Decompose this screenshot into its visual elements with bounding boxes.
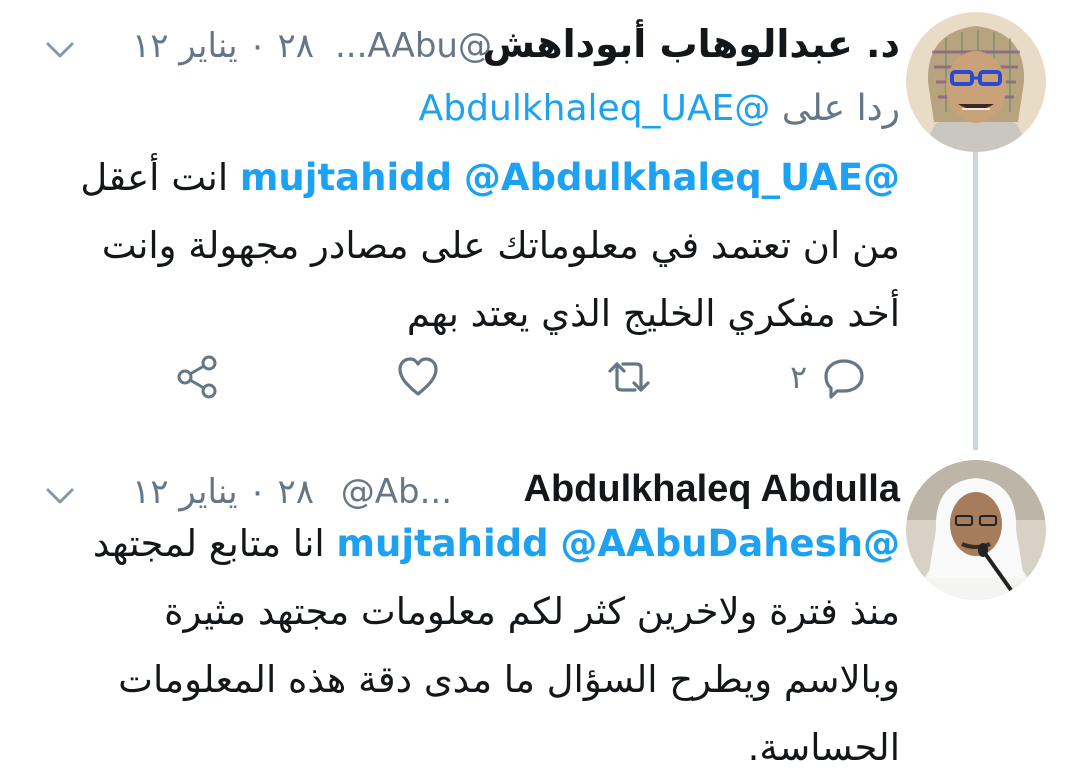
tweet-line-1-text: انت أعقل bbox=[80, 156, 229, 199]
cartoon-avatar[interactable] bbox=[906, 12, 1046, 152]
author-name[interactable]: Abdulkhaleq Abdulla bbox=[524, 468, 901, 511]
photo-avatar[interactable] bbox=[906, 460, 1046, 600]
author-handle[interactable]: @Ab... bbox=[341, 472, 452, 512]
tweet-line-2: منذ فترة ولاخرين كثر لكم معلومات مجتهد م… bbox=[164, 590, 900, 633]
reply-count: ٢ bbox=[790, 358, 808, 396]
retweet-icon bbox=[608, 362, 650, 392]
reply-prefix: ردا على bbox=[781, 88, 900, 129]
tweet-text: @mujtahidd @AAbuDahesh انا متابع لمجتهد … bbox=[40, 510, 900, 782]
retweet-action[interactable] bbox=[605, 352, 653, 402]
author-name[interactable]: د. عبدالوهاب أبوداهش bbox=[483, 22, 900, 66]
heart-icon bbox=[398, 357, 438, 396]
tweet-text: @mujtahidd @Abdulkhaleq_UAE انت أعقل من … bbox=[40, 144, 900, 348]
share-action[interactable] bbox=[175, 352, 221, 402]
tweet-line-1: @mujtahidd @Abdulkhaleq_UAE انت أعقل bbox=[40, 144, 900, 212]
mention-aabudahesh[interactable]: @AAbuDahesh bbox=[560, 522, 863, 565]
chevron-down-icon[interactable] bbox=[40, 30, 80, 70]
reply-action[interactable]: ٢ bbox=[790, 352, 867, 402]
mention-abdulkhaleq[interactable]: @Abdulkhaleq_UAE bbox=[464, 156, 863, 199]
tweet-line-3: أخد مفكري الخليج الذي يعتد بهم bbox=[406, 292, 900, 335]
like-action[interactable] bbox=[395, 352, 441, 402]
thread-connector-line bbox=[973, 150, 978, 450]
reply-icon bbox=[824, 359, 864, 399]
tweet-timestamp[interactable]: ٢٨ ٠ يناير ١٢ bbox=[132, 26, 314, 66]
author-handle[interactable]: @AAbu... bbox=[335, 26, 492, 66]
tweet-2[interactable]: Abdulkhaleq Abdulla @Ab... ٢٨ ٠ يناير ١٢… bbox=[30, 462, 901, 769]
tweet-actions: ٢ bbox=[150, 352, 890, 402]
reply-context: ردا على @Abdulkhaleq_UAE bbox=[419, 88, 900, 129]
tweet-line-1-text: انا متابع لمجتهد bbox=[92, 522, 325, 565]
tweet-line-1: @mujtahidd @AAbuDahesh انا متابع لمجتهد bbox=[40, 510, 900, 578]
share-icon bbox=[177, 355, 217, 399]
tweet-header: د. عبدالوهاب أبوداهش @AAbu... ٢٨ ٠ يناير… bbox=[40, 16, 900, 76]
tweet-timestamp[interactable]: ٢٨ ٠ يناير ١٢ bbox=[132, 472, 314, 512]
tweet-line-4: الحساسة. bbox=[747, 726, 900, 769]
tweet-line-2: من ان تعتمد في معلوماتك على مصادر مجهولة… bbox=[101, 224, 900, 267]
reply-to-handle[interactable]: @Abdulkhaleq_UAE bbox=[419, 88, 771, 129]
tweet-1[interactable]: د. عبدالوهاب أبوداهش @AAbu... ٢٨ ٠ يناير… bbox=[30, 16, 900, 436]
tweet-line-3: وبالاسم ويطرح السؤال ما مدى دقة هذه المع… bbox=[118, 658, 900, 701]
